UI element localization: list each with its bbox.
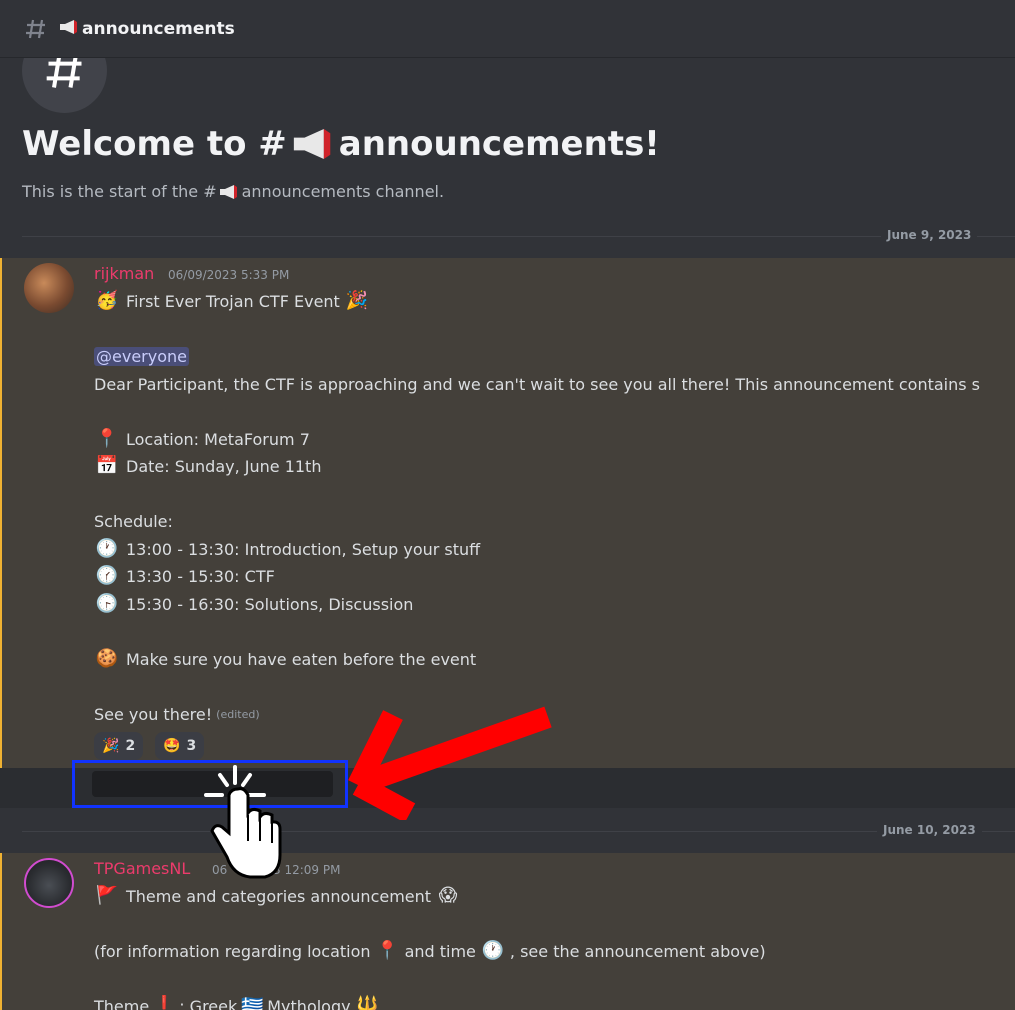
avatar[interactable] [24, 263, 74, 313]
username[interactable]: rijkman [94, 264, 154, 283]
message-title: First Ever Trojan CTF Event [126, 291, 340, 311]
closing-text: See you there! [94, 704, 213, 724]
date-divider [22, 236, 1015, 237]
schedule-text: 13:30 - 15:30: CTF [126, 566, 275, 586]
clock-one-icon: 🕐 [481, 940, 505, 961]
schedule-text: 15:30 - 16:30: Solutions, Discussion [126, 594, 414, 614]
eat-note-text: Make sure you have eaten before the even… [126, 649, 477, 669]
trident-icon: 🔱 [356, 995, 379, 1010]
channel-header: announcements [0, 0, 1015, 58]
info-line: (for information regarding location 📍 an… [94, 939, 766, 963]
clock-one-thirty-icon: 🕜 [95, 565, 119, 586]
theme-line: Theme ❗ : Greek 🇬🇷 Mythology 🔱 [94, 994, 387, 1010]
message-timestamp: 06/09/2023 5:33 PM [168, 268, 290, 282]
mention-line: @everyone [94, 344, 189, 368]
welcome-title-prefix: Welcome to # [22, 124, 287, 164]
welcome-title: Welcome to # announcements! [22, 124, 660, 164]
avatar[interactable] [24, 858, 74, 908]
star-struck-icon: 🤩 [163, 738, 181, 754]
message-tpgamesnl[interactable]: TPGamesNL 06 3 12:09 PM 🚩 Theme and cate… [0, 853, 1015, 1010]
theme-text: : Greek [179, 996, 238, 1010]
annotation-arrow-icon [348, 706, 552, 820]
calendar-icon: 📅 [95, 455, 119, 476]
cookie-icon: 🍪 [95, 648, 119, 669]
info-text: (for information regarding location [94, 941, 371, 961]
exclamation-icon: ❗ [152, 995, 176, 1010]
reaction-star-struck[interactable]: 🤩 3 [155, 732, 205, 760]
date-text: Date: Sunday, June 11th [126, 456, 322, 476]
welcome-subtitle: This is the start of the # announcements… [22, 182, 444, 201]
schedule-item: 🕜 13:30 - 15:30: CTF [94, 564, 275, 588]
date-divider [22, 831, 1015, 832]
eat-note-line: 🍪 Make sure you have eaten before the ev… [94, 647, 476, 671]
date-divider-label: June 10, 2023 [877, 823, 982, 837]
welcome-subtitle-suffix: announcements channel. [241, 182, 445, 201]
location-line: 📍 Location: MetaForum 7 [94, 427, 310, 451]
edited-label: (edited) [216, 707, 260, 721]
channel-title: announcements [82, 18, 235, 39]
reaction-count: 2 [125, 738, 136, 754]
schedule-label: Schedule: [94, 511, 173, 531]
username[interactable]: TPGamesNL [94, 859, 190, 878]
greece-flag-icon: 🇬🇷 [241, 995, 264, 1010]
location-text: Location: MetaForum 7 [126, 429, 310, 449]
triangular-flag-icon: 🚩 [95, 885, 119, 906]
intro-text: Dear Participant, the CTF is approaching… [94, 374, 981, 394]
reaction-count: 3 [186, 738, 197, 754]
theme-text: Mythology [267, 996, 351, 1010]
megaphone-icon [58, 19, 78, 38]
screaming-face-icon: 😱 [438, 885, 458, 906]
round-pushpin-icon: 📍 [95, 428, 119, 449]
megaphone-icon [218, 184, 238, 199]
date-divider-label: June 9, 2023 [881, 228, 978, 242]
message-rijkman[interactable]: rijkman 06/09/2023 5:33 PM 🥳 First Ever … [0, 258, 1015, 768]
message-title-line: 🥳 First Ever Trojan CTF Event 🎉 [94, 289, 376, 313]
round-pushpin-icon: 📍 [376, 940, 399, 961]
party-popper-icon: 🎉 [345, 290, 369, 311]
everyone-mention[interactable]: @everyone [94, 346, 189, 366]
info-text: and time [404, 941, 476, 961]
info-text: , see the announcement above) [509, 941, 766, 961]
schedule-text: 13:00 - 13:30: Introduction, Setup your … [126, 539, 481, 559]
date-line: 📅 Date: Sunday, June 11th [94, 454, 322, 478]
megaphone-icon [289, 129, 333, 159]
closing-line: See you there! (edited) [94, 702, 260, 726]
reaction-party-popper[interactable]: 🎉 2 [94, 732, 144, 760]
clock-one-icon: 🕐 [95, 538, 119, 559]
clock-three-thirty-icon: 🕞 [95, 593, 119, 614]
theme-text: Theme [94, 996, 150, 1010]
welcome-title-suffix: announcements! [338, 124, 660, 164]
hand-cursor-icon [204, 765, 282, 879]
partying-face-icon: 🥳 [95, 290, 119, 311]
schedule-item: 🕞 15:30 - 16:30: Solutions, Discussion [94, 592, 414, 616]
schedule-item: 🕐 13:00 - 13:30: Introduction, Setup you… [94, 537, 480, 561]
party-popper-icon: 🎉 [102, 738, 120, 754]
welcome-subtitle-prefix: This is the start of the # [22, 182, 217, 201]
hash-icon [26, 19, 45, 38]
